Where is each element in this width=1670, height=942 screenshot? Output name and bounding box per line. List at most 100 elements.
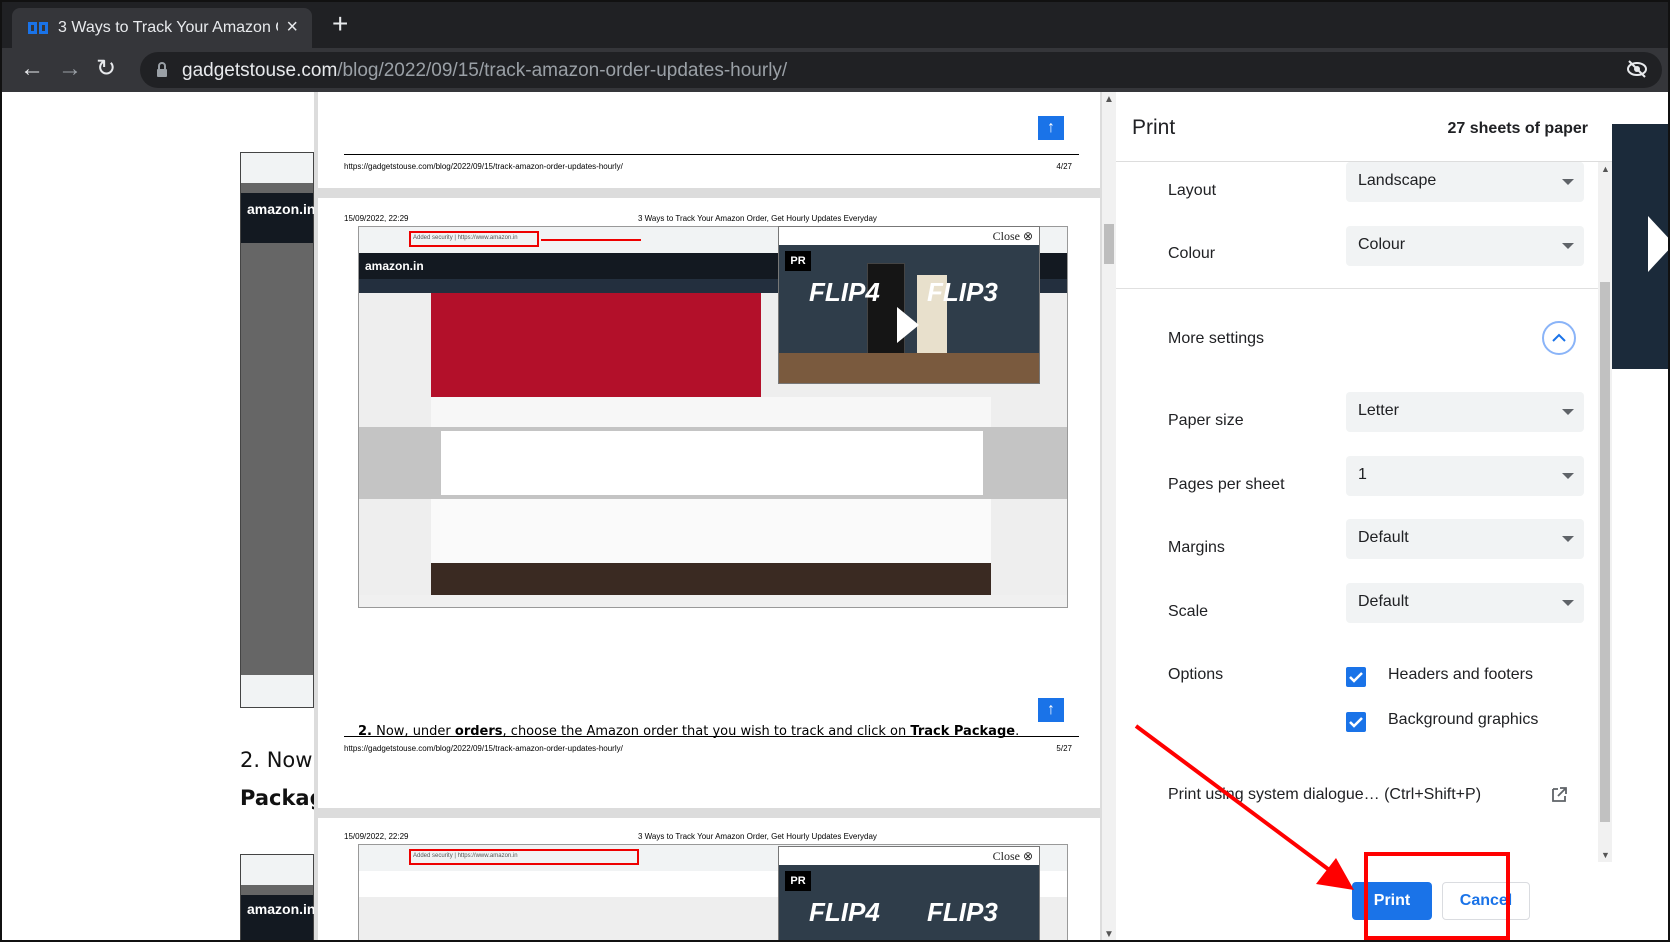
chevron-down-icon (1562, 409, 1574, 415)
sheet-count: 27 sheets of paper (1447, 120, 1589, 137)
tab-close-icon[interactable]: × (286, 17, 298, 37)
scroll-down-icon[interactable]: ▼ (1104, 929, 1114, 940)
scroll-down-icon[interactable]: ▼ (1601, 850, 1610, 860)
bg-browser-bar-2 (241, 855, 313, 885)
scale-select[interactable]: Default (1346, 583, 1584, 623)
open-external-icon[interactable] (1550, 786, 1568, 804)
chevron-down-icon (1562, 473, 1574, 479)
tab-strip: 3 Ways to Track Your Amazon Or × + (2, 2, 1668, 48)
video-close: Close ⊗ (992, 229, 1033, 243)
chevron-up-icon (1552, 333, 1566, 342)
scroll-top-icon: ↑ (1038, 116, 1064, 140)
scale-value: Default (1358, 593, 1409, 610)
video-badge: PR (785, 251, 811, 271)
play-icon (897, 307, 919, 343)
chevron-down-icon (1562, 179, 1574, 185)
background-step-text: 2. Now, (240, 748, 320, 772)
shot-amazon-logo: amazon.in (365, 259, 424, 273)
reload-button[interactable]: ↻ (96, 54, 116, 84)
browser-tab[interactable]: 3 Ways to Track Your Amazon Or × (12, 8, 312, 48)
video-close-bar: Close ⊗ (779, 847, 1039, 865)
video-close-bar: Close ⊗ (779, 227, 1039, 245)
video-flip3: FLIP3 (927, 277, 998, 307)
background-screenshot-2: amazon.in (240, 854, 316, 940)
chevron-down-icon (1562, 536, 1574, 542)
scroll-top-icon: ↑ (1038, 698, 1064, 722)
preview-scrollbar[interactable]: ▲ ▼ (1102, 92, 1116, 940)
print-preview[interactable]: ↑ https://gadgetstouse.com/blog/2022/09/… (314, 92, 1116, 940)
header-title: 3 Ways to Track Your Amazon Order, Get H… (638, 214, 877, 223)
background-graphics-label[interactable]: Background graphics (1388, 711, 1538, 729)
shot-taskbar (359, 595, 1067, 607)
more-settings-label[interactable]: More settings (1168, 330, 1264, 348)
bg-amazon-logo: amazon.in (247, 201, 316, 217)
page-number: 4/27 (1056, 162, 1072, 171)
page-number: 5/27 (1056, 744, 1072, 753)
shot-banner (431, 293, 761, 397)
settings-scroll-thumb[interactable] (1600, 282, 1610, 822)
pages-per-sheet-select[interactable]: 1 (1346, 456, 1584, 496)
headers-footers-checkbox[interactable] (1346, 667, 1366, 687)
colour-value: Colour (1358, 236, 1406, 253)
tab-title: 3 Ways to Track Your Amazon Or (58, 19, 278, 36)
settings-scrollbar[interactable]: ▲ ▼ (1598, 162, 1612, 862)
preview-page-6: 15/09/2022, 22:29 3 Ways to Track Your A… (318, 818, 1100, 940)
footer-url: https://gadgetstouse.com/blog/2022/09/15… (344, 162, 623, 171)
background-video-thumb (1612, 124, 1668, 369)
paper-size-label: Paper size (1168, 412, 1244, 429)
url-host: gadgetstouse.com (182, 60, 338, 81)
header-date: 15/09/2022, 22:29 (344, 832, 409, 841)
paper-size-select[interactable]: Letter (1346, 392, 1584, 432)
scroll-up-icon[interactable]: ▲ (1601, 164, 1610, 174)
address-bar[interactable]: gadgetstouse.com/blog/2022/09/15/track-a… (140, 52, 1662, 88)
video-flip3: FLIP3 (927, 897, 998, 927)
pages-per-sheet-label: Pages per sheet (1168, 476, 1285, 493)
browser-toolbar: ← → ↻ gadgetstouse.com/blog/2022/09/15/t… (2, 48, 1668, 92)
print-title: Print (1132, 116, 1176, 139)
shot-ad-box (441, 431, 983, 495)
video-close: Close ⊗ (992, 849, 1033, 863)
headers-footers-label[interactable]: Headers and footers (1388, 666, 1533, 684)
layout-select[interactable]: Landscape (1346, 162, 1584, 202)
colour-select[interactable]: Colour (1346, 226, 1584, 266)
annotation-highlight-box (1364, 852, 1510, 940)
eye-slash-icon[interactable] (1626, 60, 1648, 78)
chevron-down-icon (1562, 243, 1574, 249)
background-screenshot: amazon.in (240, 152, 316, 708)
new-tab-button[interactable]: + (332, 10, 348, 38)
address-url[interactable]: gadgetstouse.com/blog/2022/09/15/track-a… (182, 60, 787, 82)
checkmark-icon (1349, 672, 1363, 683)
options-label: Options (1168, 666, 1224, 683)
scale-label: Scale (1168, 603, 1209, 620)
margins-value: Default (1358, 529, 1409, 546)
paper-size-value: Letter (1358, 402, 1399, 419)
margins-select[interactable]: Default (1346, 519, 1584, 559)
video-flip4: FLIP4 (809, 277, 880, 307)
back-button[interactable]: ← (20, 54, 44, 84)
url-path: /blog/2022/09/15/track-amazon-order-upda… (337, 60, 788, 81)
preview-scroll-thumb[interactable] (1104, 224, 1114, 264)
chevron-down-icon (1562, 600, 1574, 606)
shot-address-highlight: Added security | https://www.amazon.in (409, 231, 539, 247)
section-divider (1116, 288, 1598, 289)
forward-button[interactable]: → (58, 54, 82, 84)
scroll-up-icon[interactable]: ▲ (1104, 94, 1114, 105)
site-favicon-icon (28, 22, 48, 34)
background-step-text-2: Packag (240, 786, 325, 810)
footer-url: https://gadgetstouse.com/blog/2022/09/15… (344, 744, 623, 753)
collapse-settings-button[interactable] (1542, 321, 1576, 355)
preview-page-4: ↑ https://gadgetstouse.com/blog/2022/09/… (318, 92, 1100, 188)
video-badge: PR (785, 871, 811, 891)
bg-taskbar (241, 675, 313, 707)
footer-rule (344, 736, 1079, 737)
lock-icon (157, 62, 167, 77)
bg-browser-bar (241, 153, 313, 183)
video-flip4: FLIP4 (809, 897, 880, 927)
annotation-arrow-icon (1134, 724, 1354, 890)
colour-label: Colour (1168, 245, 1216, 262)
shot-cards (431, 397, 991, 427)
shot-products-row (431, 499, 991, 563)
header-date: 15/09/2022, 22:29 (344, 214, 409, 223)
layout-value: Landscape (1358, 172, 1437, 189)
bg-amazon-logo-2: amazon.in (247, 901, 316, 917)
